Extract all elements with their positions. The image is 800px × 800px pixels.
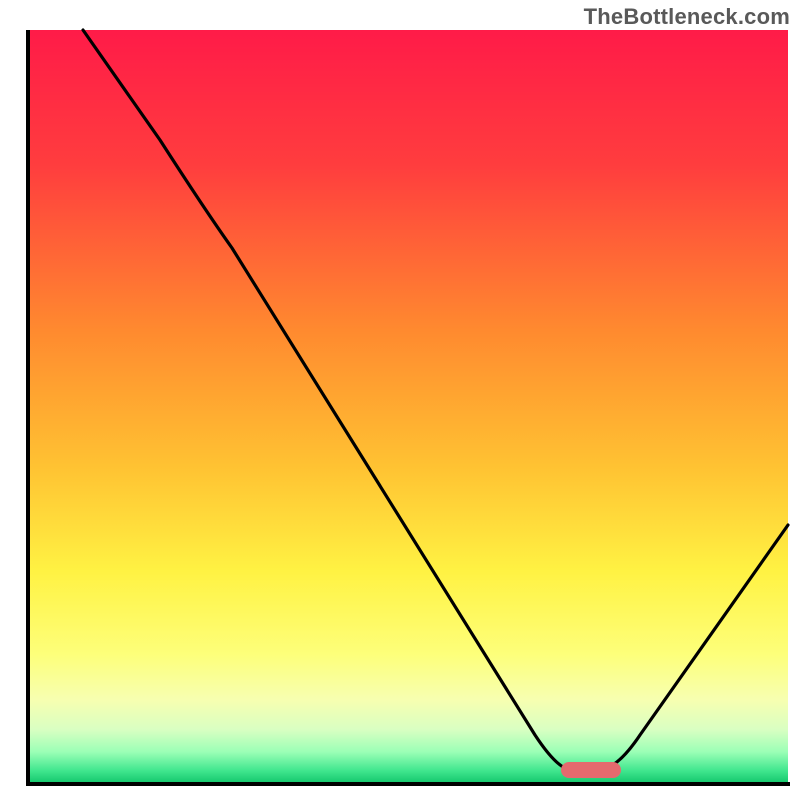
plot-background bbox=[28, 30, 788, 782]
watermark-text: TheBottleneck.com bbox=[584, 4, 790, 30]
chart-container: TheBottleneck.com bbox=[0, 0, 800, 800]
optimal-range-marker bbox=[561, 762, 621, 778]
bottleneck-chart bbox=[0, 0, 800, 800]
